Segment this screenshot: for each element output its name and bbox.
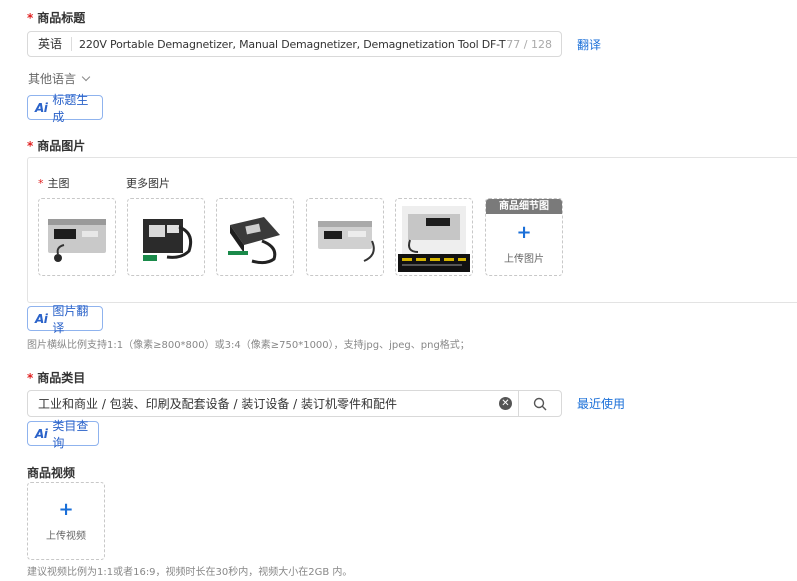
detail-image-upload[interactable]: 商品细节图 + 上传图片 bbox=[485, 198, 563, 276]
ai-icon: Ai bbox=[35, 426, 48, 441]
ai-icon: Ai bbox=[35, 100, 48, 115]
plus-icon: + bbox=[516, 221, 532, 243]
other-language-toggle[interactable]: 其他语言 bbox=[28, 70, 91, 87]
main-image-thumb[interactable] bbox=[38, 198, 116, 276]
ai-category-search-button[interactable]: Ai 类目查询 bbox=[27, 419, 99, 450]
more-image-thumb[interactable] bbox=[127, 198, 205, 276]
required-mark: * bbox=[27, 11, 34, 25]
category-label: * 商品类目 bbox=[27, 371, 86, 385]
upload-image-label: 上传图片 bbox=[504, 253, 544, 265]
ai-title-generate-label: 标题生成 bbox=[52, 92, 89, 124]
search-icon bbox=[533, 397, 547, 410]
product-image bbox=[48, 219, 106, 262]
product-image bbox=[318, 221, 375, 262]
title-input[interactable]: 英语 220V Portable Demagnetizer, Manual De… bbox=[27, 31, 562, 57]
ai-title-generate-button[interactable]: Ai 标题生成 bbox=[27, 93, 103, 124]
product-image bbox=[228, 217, 280, 265]
video-hint: 建议视频比例为1:1或者16:9，视频时长在30秒内，视频大小在2GB 内。 bbox=[27, 567, 353, 578]
ai-category-search-label: 类目查询 bbox=[52, 418, 89, 450]
more-image-thumb[interactable] bbox=[216, 198, 294, 276]
product-image bbox=[143, 219, 193, 261]
category-value[interactable]: 工业和商业 / 包装、印刷及配套设备 / 装订设备 / 装订机零件和配件 bbox=[28, 395, 499, 412]
video-label: 商品视频 bbox=[27, 466, 76, 480]
language-tag[interactable]: 英语 bbox=[28, 37, 73, 51]
more-image-thumb[interactable] bbox=[306, 198, 384, 276]
plus-icon: + bbox=[58, 498, 74, 520]
ai-icon: Ai bbox=[35, 311, 48, 326]
video-upload[interactable]: + 上传视频 bbox=[27, 482, 105, 560]
more-images-label: 更多图片 bbox=[126, 177, 170, 190]
product-image bbox=[398, 206, 470, 272]
ai-image-translate-label: 图片翻译 bbox=[52, 303, 89, 335]
category-search-button[interactable] bbox=[518, 391, 561, 416]
more-image-thumb[interactable] bbox=[395, 198, 473, 276]
clear-icon[interactable]: ✕ bbox=[499, 397, 512, 410]
other-language-label: 其他语言 bbox=[28, 72, 77, 86]
title-label: * 商品标题 bbox=[27, 11, 86, 25]
recent-used-link[interactable]: 最近使用 bbox=[577, 395, 625, 412]
translate-link[interactable]: 翻译 bbox=[577, 36, 601, 53]
image-hint: 图片横纵比例支持1:1（像素≥800*800）或3:4（像素≥750*1000）… bbox=[27, 340, 470, 351]
main-image-label: * 主图 bbox=[38, 177, 70, 190]
chevron-down-icon bbox=[81, 72, 91, 82]
char-count: 77 / 128 bbox=[506, 37, 552, 51]
title-value[interactable]: 220V Portable Demagnetizer, Manual Demag… bbox=[72, 38, 506, 51]
upload-video-label: 上传视频 bbox=[46, 530, 86, 542]
category-input[interactable]: 工业和商业 / 包装、印刷及配套设备 / 装订设备 / 装订机零件和配件 ✕ bbox=[27, 390, 562, 417]
image-label: * 商品图片 bbox=[27, 139, 86, 153]
detail-image-badge: 商品细节图 bbox=[486, 199, 562, 214]
ai-image-translate-button[interactable]: Ai 图片翻译 bbox=[27, 304, 103, 335]
